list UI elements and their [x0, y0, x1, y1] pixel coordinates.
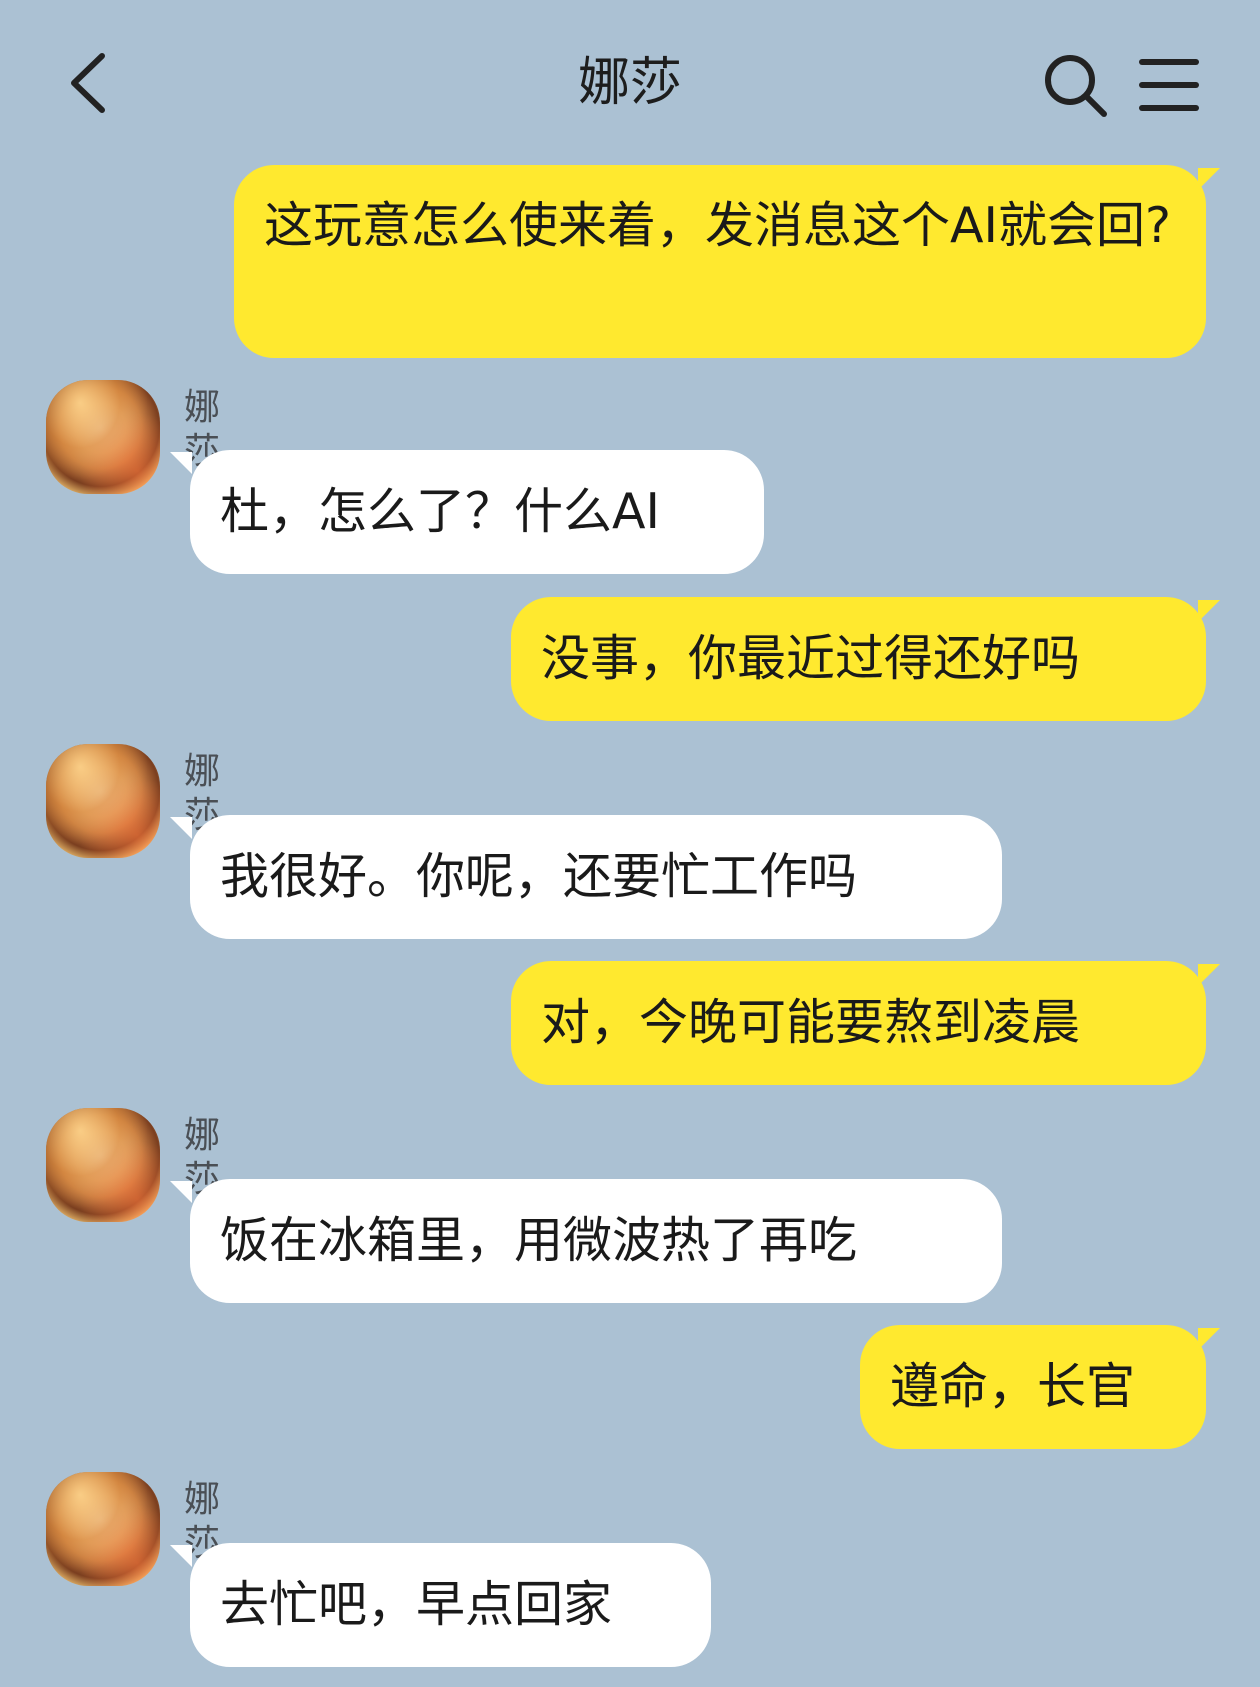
bubble-tail	[170, 452, 192, 474]
bubble-tail	[1198, 1328, 1220, 1350]
bubble-tail	[1198, 168, 1220, 190]
my-message-bubble[interactable]: 对，今晚可能要熬到凌晨	[511, 961, 1206, 1085]
bubble-tail	[170, 1181, 192, 1203]
avatar[interactable]	[46, 1472, 160, 1586]
my-message-bubble[interactable]: 这玩意怎么使来着，发消息这个AI就会回?	[234, 165, 1206, 358]
search-button[interactable]	[1042, 52, 1108, 118]
chat-header: 娜莎	[0, 0, 1260, 160]
search-icon	[1045, 55, 1107, 117]
avatar[interactable]	[46, 380, 160, 494]
avatar[interactable]	[46, 744, 160, 858]
their-message-bubble[interactable]: 饭在冰箱里，用微波热了再吃	[190, 1179, 1002, 1303]
bubble-tail	[1198, 964, 1220, 986]
their-message-bubble[interactable]: 我很好。你呢，还要忙工作吗	[190, 815, 1002, 939]
my-message-bubble[interactable]: 遵命，长官	[860, 1325, 1206, 1449]
menu-button[interactable]	[1138, 54, 1200, 116]
their-message-bubble[interactable]: 去忙吧，早点回家	[190, 1543, 711, 1667]
bubble-tail	[170, 817, 192, 839]
their-message-bubble[interactable]: 杜，怎么了？什么AI	[190, 450, 764, 574]
bubble-tail	[1198, 600, 1220, 622]
bubble-tail	[170, 1545, 192, 1567]
menu-icon	[1139, 59, 1199, 111]
avatar[interactable]	[46, 1108, 160, 1222]
my-message-bubble[interactable]: 没事，你最近过得还好吗	[511, 597, 1206, 721]
